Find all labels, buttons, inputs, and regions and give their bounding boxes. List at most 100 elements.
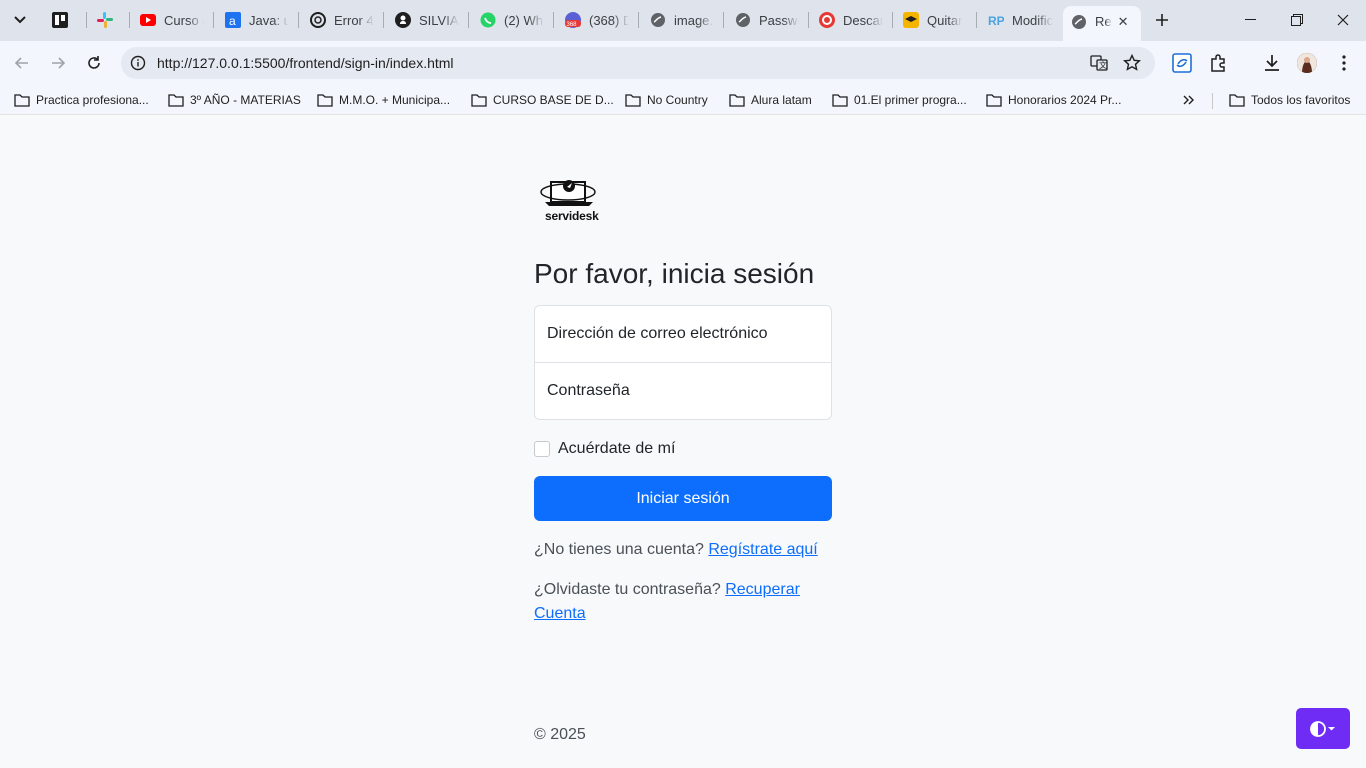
servidesk-logo: servidesk — [539, 174, 601, 226]
globe-icon — [650, 12, 666, 28]
folder-icon — [317, 93, 333, 107]
signin-button[interactable]: Iniciar sesión — [534, 476, 832, 521]
recover-line: ¿Olvidaste tu contraseña? Recuperar Cuen… — [534, 581, 800, 622]
browser-tab[interactable]: SILVIAG — [395, 5, 459, 35]
browser-tab[interactable] — [97, 5, 127, 35]
bookmark-folder[interactable]: Honorarios 2024 Pr... — [986, 91, 1121, 109]
folder-icon — [168, 93, 184, 107]
folder-icon — [832, 93, 848, 107]
minimize-icon — [1245, 19, 1256, 20]
svg-text:368: 368 — [567, 22, 578, 28]
site-info-icon[interactable] — [128, 53, 148, 73]
bookmarks-bar: Practica profesiona... 3º AÑO - MATERIAS… — [0, 85, 1366, 115]
graduation-icon — [903, 12, 919, 28]
email-input[interactable] — [547, 325, 819, 343]
minimize-button[interactable] — [1228, 0, 1274, 40]
browser-tab[interactable]: Quitar — [903, 5, 967, 35]
copyright: © 2025 — [534, 726, 586, 743]
tab-search-button[interactable] — [6, 6, 34, 34]
password-input[interactable] — [547, 382, 819, 400]
openai-icon — [310, 12, 326, 28]
browser-tab-strip: Curso de a Java: un Error 4 SILVIAG (2) … — [0, 0, 1366, 41]
laptop-logo-icon — [540, 180, 596, 206]
folder-icon — [14, 93, 30, 107]
browser-tab[interactable]: image.p — [650, 5, 714, 35]
password-field[interactable] — [534, 362, 832, 420]
browser-tab[interactable]: Curso de — [140, 5, 204, 35]
github-icon — [395, 12, 411, 28]
downloads-icon[interactable] — [1260, 51, 1284, 75]
bookmarks-overflow-button[interactable] — [1180, 91, 1198, 109]
chevron-down-icon — [14, 16, 26, 24]
alura-icon: a — [225, 12, 241, 28]
page-title: Por favor, inicia sesión — [534, 258, 815, 289]
browser-tab[interactable]: Descar — [819, 5, 883, 35]
profile-avatar[interactable] — [1297, 53, 1317, 73]
bookmark-star-icon[interactable] — [1122, 53, 1142, 73]
folder-icon — [625, 93, 641, 107]
bookmark-folder[interactable]: M.M.O. + Municipa... — [317, 91, 450, 109]
extension-sync-icon[interactable] — [1170, 51, 1194, 75]
browser-tab[interactable]: Passwo — [735, 5, 799, 35]
bookmark-folder[interactable]: 01.El primer progra... — [832, 91, 967, 109]
bookmark-folder[interactable]: Practica profesiona... — [14, 91, 149, 109]
restore-button[interactable] — [1274, 0, 1320, 40]
globe-icon — [1071, 14, 1087, 30]
youtube-icon — [140, 12, 156, 28]
register-line: ¿No tienes una cuenta? Regístrate aquí — [534, 541, 818, 558]
address-bar[interactable]: http://127.0.0.1:5500/frontend/sign-in/i… — [121, 47, 1155, 79]
plus-icon — [1156, 14, 1168, 26]
close-tab-icon[interactable]: ✕ — [1118, 14, 1129, 30]
new-tab-button[interactable] — [1150, 8, 1174, 32]
chevron-double-right-icon — [1183, 95, 1194, 105]
restore-icon — [1291, 14, 1303, 26]
translate-icon[interactable]: 文 — [1089, 53, 1109, 73]
page-content: servidesk Por favor, inicia sesión Acuér… — [0, 121, 1366, 768]
bookmark-folder[interactable]: 3º AÑO - MATERIAS — [168, 91, 301, 109]
whatsapp-icon — [480, 12, 496, 28]
download-site-icon — [819, 12, 835, 28]
arrow-left-icon — [14, 57, 28, 69]
close-window-button[interactable] — [1320, 0, 1366, 40]
browser-tab-active[interactable]: Re ✕ — [1063, 6, 1141, 41]
remember-me-label: Acuérdate de mí — [558, 440, 676, 457]
notification-icon: 368 — [565, 12, 581, 28]
globe-icon — [735, 12, 751, 28]
browser-tab[interactable]: (2) What — [480, 5, 544, 35]
folder-icon — [729, 93, 745, 107]
bookmark-folder[interactable]: Alura latam — [729, 91, 812, 109]
rp-icon: RP — [988, 12, 1004, 28]
svg-text:a: a — [229, 14, 236, 28]
slack-icon — [97, 12, 113, 28]
reload-icon — [88, 56, 100, 69]
remember-me[interactable]: Acuérdate de mí — [534, 440, 675, 458]
svg-text:文: 文 — [1099, 60, 1107, 70]
browser-toolbar: http://127.0.0.1:5500/frontend/sign-in/i… — [0, 41, 1366, 85]
trello-icon — [52, 12, 68, 28]
bookmark-folder[interactable]: CURSO BASE DE D... — [471, 91, 614, 109]
arrow-right-icon — [52, 57, 66, 69]
register-link[interactable]: Regístrate aquí — [708, 541, 817, 558]
extensions-puzzle-icon[interactable] — [1206, 51, 1230, 75]
forward-button[interactable] — [44, 49, 72, 77]
svg-text:RP: RP — [988, 14, 1004, 27]
url-text[interactable]: http://127.0.0.1:5500/frontend/sign-in/i… — [157, 55, 454, 71]
reload-button[interactable] — [80, 49, 108, 77]
all-bookmarks-folder[interactable]: Todos los favoritos — [1229, 91, 1350, 109]
folder-icon — [986, 93, 1002, 107]
contrast-icon — [1310, 720, 1335, 737]
folder-icon — [1229, 93, 1245, 107]
bookmark-folder[interactable]: No Country — [625, 91, 708, 109]
browser-tab[interactable]: a Java: un — [225, 5, 289, 35]
back-button[interactable] — [8, 49, 36, 77]
browser-menu-icon[interactable] — [1332, 51, 1356, 75]
remember-me-checkbox[interactable] — [534, 441, 550, 457]
browser-tab[interactable]: Error 4 — [310, 5, 374, 35]
theme-toggle-button[interactable] — [1296, 708, 1350, 749]
browser-tab[interactable]: 368 (368) D — [565, 5, 629, 35]
folder-icon — [471, 93, 487, 107]
close-icon — [1337, 14, 1349, 26]
browser-tab[interactable]: RP Modific — [988, 5, 1054, 35]
browser-tab[interactable] — [52, 5, 82, 35]
email-field[interactable] — [534, 305, 832, 363]
